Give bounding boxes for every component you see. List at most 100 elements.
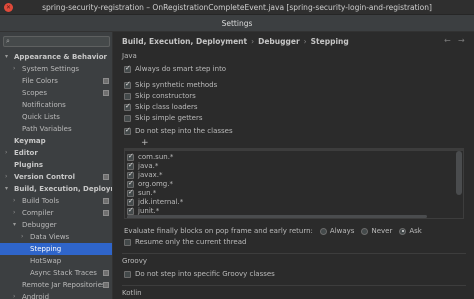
chevron-down-icon[interactable]: ▾ <box>5 183 8 195</box>
class-filter-label: jdk.internal.* <box>138 198 184 206</box>
checkbox-icon <box>124 238 131 246</box>
sidebar-item[interactable]: Keymap <box>0 135 112 147</box>
skip-constructors-checkbox[interactable]: Skip constructors <box>124 91 196 101</box>
dialog-title: Settings <box>221 18 253 28</box>
skip-class-loaders-checkbox[interactable]: Skip class loaders <box>124 102 198 112</box>
sidebar-item[interactable]: Scopes <box>0 87 112 99</box>
window-title: spring-security-registration – OnRegistr… <box>42 2 432 12</box>
radio-label: Never <box>371 227 393 235</box>
radio-ask[interactable]: Ask <box>399 227 422 235</box>
checkbox-icon <box>124 114 131 122</box>
sidebar-item[interactable]: › System Settings <box>0 63 112 75</box>
sidebar-item[interactable]: Quick Lists <box>0 111 112 123</box>
list-toolbar-divider <box>125 149 463 151</box>
sidebar-item[interactable]: ▾ Appearance & Behavior <box>0 51 112 63</box>
stepping-settings-panel: Build, Execution, Deployment › Debugger … <box>114 32 474 299</box>
evaluate-finally-label: Evaluate finally blocks on pop frame and… <box>124 227 313 235</box>
checkbox-icon[interactable] <box>127 206 134 215</box>
checkbox-icon <box>124 126 131 135</box>
dialog-title-bar: Settings <box>0 15 474 32</box>
sidebar-item[interactable]: Notifications <box>0 99 112 111</box>
checkbox-icon[interactable] <box>127 197 134 206</box>
sidebar-item-label: Build Tools <box>22 197 60 205</box>
add-class-filter-button[interactable]: + <box>141 138 149 148</box>
breadcrumb: Build, Execution, Deployment › Debugger … <box>122 36 349 47</box>
radio-icon <box>399 227 407 235</box>
chevron-down-icon[interactable]: ▾ <box>13 219 16 231</box>
settings-tree: ▾ Appearance & Behavior › System Settings Fi… <box>0 51 112 299</box>
checkbox-label: Skip simple getters <box>135 114 203 122</box>
radio-always[interactable]: Always <box>319 227 354 235</box>
sidebar-item[interactable]: Remote Jar Repositories <box>0 279 112 291</box>
chevron-right-icon[interactable]: › <box>13 291 15 299</box>
checkbox-icon <box>124 92 131 100</box>
sidebar-item[interactable]: Plugins <box>0 159 112 171</box>
checkbox-icon[interactable] <box>127 152 134 161</box>
sidebar-item[interactable]: › Compiler <box>0 207 112 219</box>
chevron-right-icon[interactable]: › <box>13 63 15 75</box>
checkbox-icon[interactable] <box>127 170 134 179</box>
class-filter-label: javax.* <box>138 171 163 179</box>
search-icon: ⌕ <box>6 37 10 45</box>
sidebar-item[interactable]: ▾ Debugger <box>0 219 112 231</box>
project-level-icon <box>103 282 109 288</box>
sidebar-item[interactable]: Stepping <box>0 243 112 255</box>
java-section-title: Java <box>122 52 137 60</box>
always-smart-step-into-checkbox[interactable]: Always do smart step into <box>124 64 226 74</box>
skip-synthetic-methods-checkbox[interactable]: Skip synthetic methods <box>124 80 217 90</box>
breadcrumb-item: Stepping <box>310 37 349 46</box>
sidebar-item[interactable]: › Build Tools <box>0 195 112 207</box>
checkbox-label: Skip synthetic methods <box>135 81 218 89</box>
checkbox-icon <box>124 80 131 89</box>
radio-icon <box>319 227 327 235</box>
checkbox-icon <box>124 64 131 73</box>
checkbox-icon[interactable] <box>127 161 134 170</box>
sidebar-item[interactable]: › Data Views <box>0 231 112 243</box>
sidebar-item[interactable]: Path Variables <box>0 123 112 135</box>
sidebar-item[interactable]: HotSwap <box>0 255 112 267</box>
settings-search-input[interactable]: ⌕ <box>3 36 110 47</box>
project-level-icon <box>103 78 109 84</box>
project-level-icon <box>103 90 109 96</box>
chevron-right-icon[interactable]: › <box>13 207 15 219</box>
sidebar-item[interactable]: › Version Control <box>0 171 112 183</box>
radio-never[interactable]: Never <box>361 227 392 235</box>
forward-arrow-icon[interactable]: → <box>458 36 465 45</box>
sidebar-item-label: Appearance & Behavior <box>14 53 107 61</box>
chevron-down-icon[interactable]: ▾ <box>5 51 8 63</box>
breadcrumb-item: Debugger <box>258 37 300 46</box>
checkbox-icon[interactable] <box>127 188 134 197</box>
skip-simple-getters-checkbox[interactable]: Skip simple getters <box>124 113 203 123</box>
sidebar-item[interactable]: ▾ Build, Execution, Deploymer <box>0 183 112 195</box>
evaluate-finally-blocks-row: Evaluate finally blocks on pop frame and… <box>124 226 422 236</box>
chevron-right-icon[interactable]: › <box>21 231 23 243</box>
do-not-step-into-classes-checkbox[interactable]: Do not step into the classes <box>124 126 233 136</box>
chevron-right-icon[interactable]: › <box>13 195 15 207</box>
checkbox-label: Resume only the current thread <box>135 238 247 246</box>
sidebar-item-label: File Colors <box>22 77 58 85</box>
checkbox-label: Do not step into the classes <box>135 127 233 135</box>
checkbox-icon[interactable] <box>127 179 134 188</box>
checkbox-label: Skip class loaders <box>135 103 198 111</box>
sidebar-item[interactable]: › Editor <box>0 147 112 159</box>
class-filter-label: java.* <box>138 162 159 170</box>
resume-only-current-thread-checkbox[interactable]: Resume only the current thread <box>124 237 246 247</box>
sidebar-item[interactable]: File Colors <box>0 75 112 87</box>
close-icon[interactable]: ✕ <box>4 3 13 12</box>
class-filters-list: com.sun.*java.*javax.*org.omg.*sun.*jdk.… <box>124 148 464 219</box>
vertical-scrollbar[interactable] <box>456 151 462 195</box>
chevron-right-icon[interactable]: › <box>5 147 7 159</box>
radio-icon <box>361 227 369 235</box>
project-level-icon <box>103 198 109 204</box>
checkbox-icon <box>124 270 131 278</box>
horizontal-scrollbar[interactable] <box>127 215 427 218</box>
sidebar-item[interactable]: Async Stack Traces <box>0 267 112 279</box>
sidebar-item-label: HotSwap <box>30 257 62 265</box>
sidebar-item[interactable]: › Android <box>0 291 112 299</box>
checkbox-icon <box>124 102 131 111</box>
chevron-right-icon[interactable]: › <box>5 171 7 183</box>
back-arrow-icon[interactable]: ← <box>444 36 451 45</box>
sidebar-item-label: Build, Execution, Deploymer <box>14 185 112 193</box>
groovy-do-not-step-checkbox[interactable]: Do not step into specific Groovy classes <box>124 269 275 279</box>
breadcrumb-item: Build, Execution, Deployment <box>122 37 248 46</box>
